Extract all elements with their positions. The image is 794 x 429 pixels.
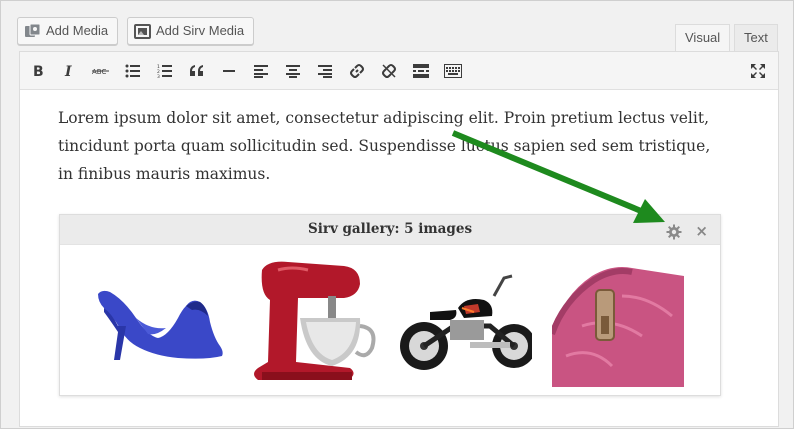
formatting-toolbar: B I ABC 123 xyxy=(20,52,778,90)
media-icon xyxy=(24,23,41,40)
editor-area: B I ABC 123 Lorem ipsum dolor sit amet, … xyxy=(19,51,779,427)
add-sirv-media-label: Add Sirv Media xyxy=(156,23,245,38)
gallery-header: Sirv gallery: 5 images × xyxy=(60,215,720,245)
editor-frame: Add Media Add Sirv Media Visual Text B I xyxy=(0,0,794,429)
bold-icon[interactable]: B xyxy=(27,60,49,82)
tab-text[interactable]: Text xyxy=(734,24,778,52)
gallery-title: Sirv gallery: 5 images xyxy=(307,221,473,237)
align-right-icon[interactable] xyxy=(314,60,336,82)
gear-icon[interactable] xyxy=(666,222,682,240)
toolbar-toggle-icon[interactable] xyxy=(442,60,464,82)
tab-text-label: Text xyxy=(744,30,768,45)
add-media-label: Add Media xyxy=(46,23,109,38)
read-more-icon[interactable] xyxy=(410,60,432,82)
svg-text:I: I xyxy=(64,64,72,78)
align-left-icon[interactable] xyxy=(250,60,272,82)
gallery-image-motorcycle[interactable] xyxy=(400,256,532,387)
horizontal-line-icon[interactable] xyxy=(218,60,240,82)
blockquote-icon[interactable] xyxy=(186,60,208,82)
bulleted-list-icon[interactable] xyxy=(122,60,144,82)
close-icon[interactable]: × xyxy=(695,217,708,246)
svg-text:ABC: ABC xyxy=(92,68,106,76)
sirv-media-icon xyxy=(134,23,151,40)
gallery-image-mixer[interactable] xyxy=(248,256,380,387)
numbered-list-icon[interactable]: 123 xyxy=(154,60,176,82)
align-center-icon[interactable] xyxy=(282,60,304,82)
fullscreen-icon[interactable] xyxy=(747,60,769,82)
gallery-image-shoe[interactable] xyxy=(96,256,228,387)
post-content[interactable]: Lorem ipsum dolor sit amet, consectetur … xyxy=(58,104,718,188)
italic-icon[interactable]: I xyxy=(58,60,80,82)
tab-visual[interactable]: Visual xyxy=(675,24,730,52)
gallery-image-purse[interactable] xyxy=(552,256,684,387)
svg-text:3: 3 xyxy=(157,74,160,78)
insert-link-icon[interactable] xyxy=(346,60,368,82)
add-sirv-media-button[interactable]: Add Sirv Media xyxy=(127,17,255,45)
sirv-gallery-block[interactable]: Sirv gallery: 5 images × xyxy=(59,214,721,396)
strikethrough-icon[interactable]: ABC xyxy=(90,60,112,82)
svg-text:B: B xyxy=(33,64,44,78)
tab-visual-label: Visual xyxy=(685,30,721,45)
add-media-button[interactable]: Add Media xyxy=(17,17,119,45)
remove-link-icon[interactable] xyxy=(378,60,400,82)
